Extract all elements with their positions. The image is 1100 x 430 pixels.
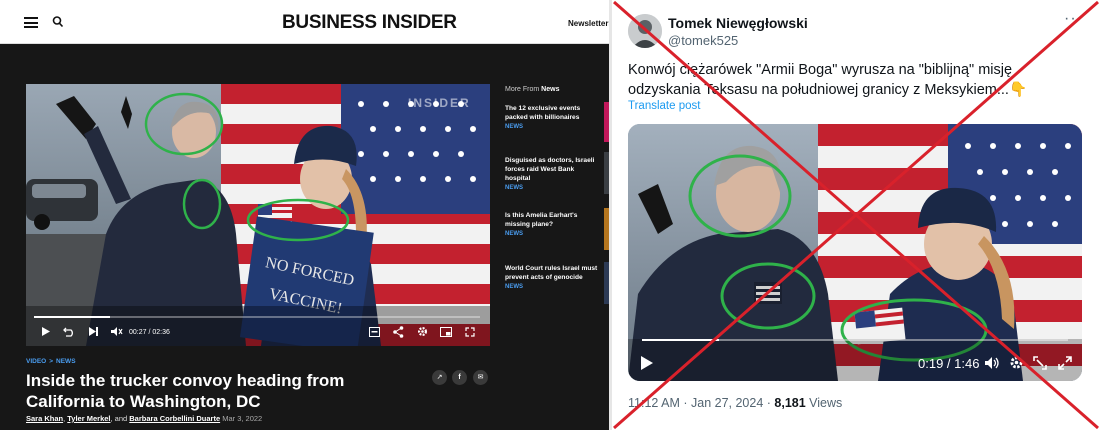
author-link[interactable]: Tyler Merkel [67,414,110,423]
video-progress-bar[interactable] [34,316,480,318]
rewind-10-icon[interactable] [63,326,76,337]
menu-icon[interactable] [24,17,38,28]
settings-gear-icon[interactable] [1009,355,1024,370]
picture-in-picture-icon[interactable] [1033,356,1047,370]
video-player[interactable]: NO FORCED VACCINE! INSIDER [26,84,490,346]
x-post-panel: Tomek Niewęgłowski @tomek525 ··· Konwój … [612,0,1100,430]
story-item[interactable]: Is this Amelia Earhart's missing plane? … [505,211,601,237]
site-header: BUSINESS INSIDER Newsletters [0,0,610,44]
breadcrumb: VIDEO > NEWS [26,358,76,365]
post-time[interactable]: 11:12 AM [628,396,680,410]
facebook-button[interactable]: f [452,370,467,385]
more-from-heading: More From News [505,86,560,93]
breadcrumb-separator: > [49,358,54,365]
breadcrumb-news[interactable]: NEWS [56,358,76,365]
views-label: Views [805,396,843,410]
newsletters-link[interactable]: Newsletters [568,19,610,28]
picture-in-picture-icon[interactable] [440,327,452,337]
play-icon[interactable] [40,326,51,337]
video-time: 00:27 / 02:36 [129,329,170,336]
site-logo[interactable]: BUSINESS INSIDER [282,12,457,34]
author-name[interactable]: Tomek Niewęgłowski [668,15,808,31]
search-icon[interactable] [52,15,64,29]
post-meta: 11:12 AM · Jan 27, 2024 · 8,181 Views [628,396,843,410]
author-link[interactable]: Barbara Corbellini Duarte [129,414,220,423]
captions-icon[interactable] [369,327,380,337]
story-item[interactable]: Disguised as doctors, Israeli forces rai… [505,156,601,191]
breadcrumb-video[interactable]: VIDEO [26,358,46,365]
video-watermark: INSIDER [408,96,471,110]
video-time: 0:19 / 1:46 [918,356,980,371]
fullscreen-icon[interactable] [465,327,475,337]
more-options-icon[interactable]: ··· [1064,10,1083,28]
translate-post-link[interactable]: Translate post [628,100,700,112]
video-frame: NO FORCED VACCINE! [26,84,490,346]
business-insider-panel: BUSINESS INSIDER Newsletters NO FORCED V… [0,0,610,430]
video-frame [628,124,1082,381]
article-byline: Sara Khan, Tyler Merkel, and Barbara Cor… [26,414,263,423]
avatar[interactable] [628,14,662,48]
share-icon[interactable] [393,326,404,338]
fullscreen-icon[interactable] [1058,356,1072,370]
settings-gear-icon[interactable] [417,326,428,337]
author-link[interactable]: Sara Khan [26,414,63,423]
next-icon[interactable] [88,326,99,337]
volume-icon[interactable] [984,356,1000,370]
article-date: Mar 3, 2022 [220,414,263,423]
story-item[interactable]: World Court rules Israel must prevent ac… [505,264,601,290]
story-item[interactable]: The 12 exclusive events packed with bill… [505,104,601,130]
post-video[interactable]: 0:19 / 1:46 [628,124,1082,381]
post-text: Konwój ciężarówek "Armii Boga" wyrusza n… [628,62,1027,98]
video-progress-fill [34,316,110,318]
share-button[interactable]: ↗ [432,370,447,385]
email-button[interactable]: ✉ [473,370,488,385]
play-icon[interactable] [640,355,654,371]
post-date[interactable]: Jan 27, 2024 [691,396,763,410]
mute-icon[interactable] [110,326,123,337]
article-headline: Inside the trucker convoy heading from C… [26,371,345,411]
view-count: 8,181 [774,396,806,410]
author-handle[interactable]: @tomek525 [668,33,738,48]
